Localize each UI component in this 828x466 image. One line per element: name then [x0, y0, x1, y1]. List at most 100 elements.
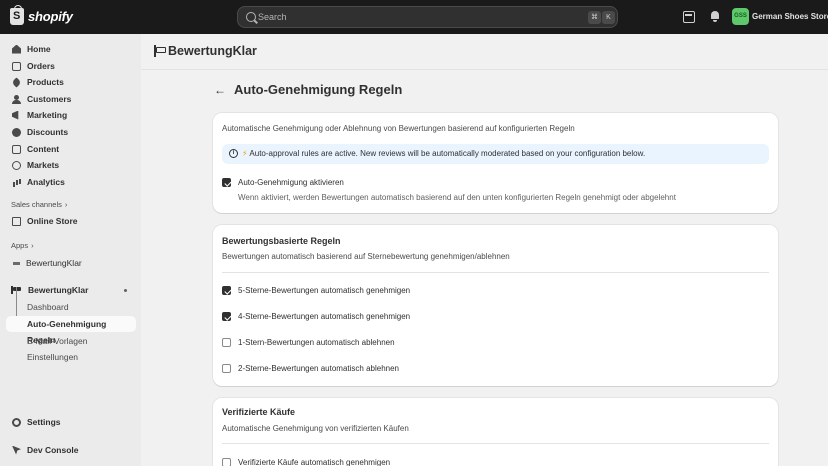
lightning-icon: ⚡: [242, 149, 248, 158]
sidebar-item-markets[interactable]: Markets: [6, 157, 136, 173]
app-icon: [13, 261, 20, 265]
verified-purchases-checkbox[interactable]: Verifizierte Käufe automatisch genehmige…: [222, 458, 390, 466]
sidebar-item-app-pinned[interactable]: BewertungKlar: [6, 255, 136, 271]
sales-channels-header[interactable]: Sales channels ›: [11, 200, 67, 209]
sidebar-item-label: Home: [27, 44, 51, 54]
cursor-icon: [12, 445, 21, 455]
megaphone-icon: [12, 110, 19, 120]
rule-5-star-checkbox[interactable]: 5-Sterne-Bewertungen automatisch genehmi…: [222, 286, 410, 295]
enable-auto-approval-checkbox[interactable]: Auto-Genehmigung aktivieren: [222, 178, 344, 187]
sidebar-item-label: BewertungKlar: [28, 285, 89, 295]
sidebar-item-label: BewertungKlar: [26, 258, 82, 268]
card-description: Automatische Genehmigung von verifiziert…: [222, 424, 409, 433]
info-icon: i: [229, 149, 238, 158]
sidebar-item-customers[interactable]: Customers: [6, 91, 136, 107]
discount-icon: [12, 127, 21, 137]
orders-icon: [12, 61, 21, 71]
checkbox-label: Auto-Genehmigung aktivieren: [238, 178, 344, 187]
section-label: Apps: [11, 241, 29, 250]
card-description: Automatische Genehmigung oder Ablehnung …: [222, 124, 575, 133]
sidebar-item-label: Analytics: [27, 177, 65, 187]
sidebar-item-label: Content: [27, 144, 60, 154]
app-menu-dot-icon: [124, 289, 127, 292]
page-title-row: ← Auto-Genehmigung Regeln: [214, 82, 402, 97]
person-icon: [12, 94, 21, 104]
sidebar-item-label: Customers: [27, 94, 72, 104]
sidebar-item-discounts[interactable]: Discounts: [6, 124, 136, 140]
sidebar-subitem-email-templates[interactable]: E-Mail-Vorlagen: [27, 336, 87, 346]
globe-icon: [12, 160, 21, 170]
gear-icon: [12, 417, 21, 427]
section-label: Sales channels: [11, 200, 62, 209]
checkbox-icon[interactable]: [222, 364, 231, 373]
page-title: Auto-Genehmigung Regeln: [234, 82, 403, 97]
flag-icon: [153, 45, 166, 57]
checkbox-help-text: Wenn aktiviert, werden Bewertungen autom…: [238, 193, 676, 202]
sidebar-item-orders[interactable]: Orders: [6, 58, 136, 74]
checkbox-icon[interactable]: [222, 312, 231, 321]
search-bar[interactable]: Search ⌘ K: [237, 6, 618, 28]
sidebar-item-label: Marketing: [27, 110, 68, 120]
store-icon[interactable]: [683, 11, 695, 23]
apps-header[interactable]: Apps ›: [11, 241, 34, 250]
sidebar-item-label: Markets: [27, 160, 60, 170]
store-avatar[interactable]: GSS: [732, 8, 749, 25]
tag-icon: [11, 76, 22, 88]
checkbox-label: Verifizierte Käufe automatisch genehmige…: [238, 458, 391, 466]
storefront-icon: [12, 216, 21, 226]
shopify-logo[interactable]: shopify: [10, 5, 73, 25]
logo-text: shopify: [28, 9, 73, 24]
app-header: BewertungKlar: [141, 34, 828, 70]
card-title: Verifizierte Käufe: [222, 407, 296, 417]
app-brand: BewertungKlar: [153, 44, 257, 58]
sidebar-subitem-settings[interactable]: Einstellungen: [27, 352, 78, 362]
sidebar-item-label: Dev Console: [27, 445, 79, 455]
checkbox-icon[interactable]: [222, 178, 231, 187]
checkbox-label: 5-Sterne-Bewertungen automatisch genehmi…: [238, 286, 411, 295]
sidebar: Home Orders Products Customers Marketing…: [0, 34, 141, 466]
banner-message: Auto-approval rules are active. New revi…: [249, 149, 646, 158]
rule-4-star-checkbox[interactable]: 4-Sterne-Bewertungen automatisch genehmi…: [222, 312, 410, 321]
chevron-right-icon: ›: [31, 241, 34, 250]
store-name[interactable]: German Shoes Store: [752, 12, 828, 21]
banner-text: ⚡ Auto-approval rules are active. New re…: [242, 149, 645, 158]
sidebar-item-label: Discounts: [27, 127, 69, 137]
sidebar-item-online-store[interactable]: Online Store: [6, 213, 136, 229]
card-description: Bewertungen automatisch basierend auf St…: [222, 252, 510, 261]
home-icon: [12, 44, 21, 54]
sidebar-item-app-bewertungklar[interactable]: BewertungKlar: [6, 282, 136, 298]
sidebar-item-products[interactable]: Products: [6, 74, 136, 90]
divider: [222, 443, 769, 444]
sidebar-item-settings[interactable]: Settings: [6, 414, 136, 430]
search-placeholder: Search: [258, 12, 287, 22]
auto-approval-card: Automatische Genehmigung oder Ablehnung …: [213, 113, 778, 213]
checkbox-icon[interactable]: [222, 458, 231, 466]
content-icon: [12, 144, 21, 154]
sidebar-item-label: Online Store: [27, 216, 78, 226]
back-arrow-icon[interactable]: ←: [214, 83, 226, 97]
checkbox-icon[interactable]: [222, 286, 231, 295]
shopify-bag-icon: [10, 5, 24, 25]
sidebar-item-label: Products: [27, 77, 64, 87]
sidebar-item-dev-console[interactable]: Dev Console: [6, 442, 136, 458]
chart-icon: [12, 178, 21, 187]
rule-2-star-checkbox[interactable]: 2-Sterne-Bewertungen automatisch ablehne…: [222, 364, 399, 373]
sidebar-item-marketing[interactable]: Marketing: [6, 107, 136, 123]
card-title: Bewertungsbasierte Regeln: [222, 236, 341, 246]
app-brand-name: BewertungKlar: [168, 44, 257, 58]
main-content: BewertungKlar ← Auto-Genehmigung Regeln …: [141, 34, 828, 466]
sidebar-item-content[interactable]: Content: [6, 141, 136, 157]
rule-1-star-checkbox[interactable]: 1-Stern-Bewertungen automatisch ablehnen: [222, 338, 395, 347]
sidebar-item-label: Settings: [27, 417, 61, 427]
checkbox-label: 4-Sterne-Bewertungen automatisch genehmi…: [238, 312, 411, 321]
sidebar-subitem-auto-approval[interactable]: Auto-Genehmigung Regeln: [6, 316, 136, 345]
bell-icon[interactable]: [709, 11, 721, 23]
shortcut-key-k: K: [602, 11, 615, 24]
checkbox-label: 2-Sterne-Bewertungen automatisch ablehne…: [238, 364, 399, 373]
shortcut-key-cmd: ⌘: [588, 11, 601, 24]
sidebar-subitem-dashboard[interactable]: Dashboard: [27, 302, 69, 312]
sidebar-item-analytics[interactable]: Analytics: [6, 174, 136, 190]
checkbox-icon[interactable]: [222, 338, 231, 347]
verified-purchases-card: Verifizierte Käufe Automatische Genehmig…: [213, 398, 778, 466]
sidebar-item-home[interactable]: Home: [6, 41, 136, 57]
